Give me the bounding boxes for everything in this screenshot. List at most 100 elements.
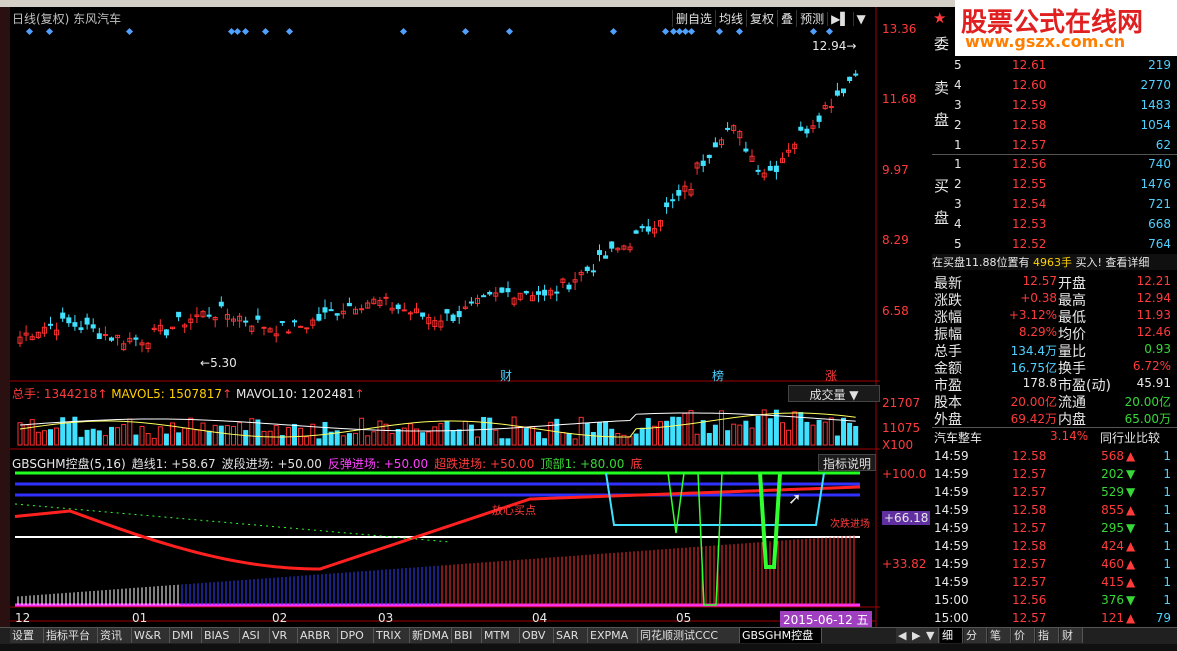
asks-row[interactable]: 1 12.57 62 (932, 137, 1177, 155)
candle-body (481, 295, 487, 298)
compare-button[interactable]: 同行业比较 (1100, 429, 1160, 446)
candle-body (328, 309, 334, 312)
tab-17[interactable]: EXPMA (588, 628, 638, 643)
signal-diamond (735, 27, 744, 36)
volume-bar (627, 436, 633, 446)
tab-5[interactable]: DMI (170, 628, 202, 643)
right-tab-2[interactable]: 分 (964, 628, 987, 643)
candle-body (163, 329, 169, 336)
right-tab-5[interactable]: 指 (1036, 628, 1059, 643)
forecast-button[interactable]: 预测 (796, 10, 827, 27)
tab-18[interactable]: 同花顺测试CCC (638, 628, 740, 643)
overlay-button[interactable]: 叠 (777, 10, 796, 27)
candle-body (584, 266, 590, 271)
right-tab-4[interactable]: 价 (1012, 628, 1035, 643)
event-mark-limit[interactable]: 涨 (825, 367, 837, 384)
level: 1 (954, 138, 962, 152)
volume-bar (420, 432, 426, 446)
asks-row[interactable]: 5 12.61 219 (932, 57, 1177, 75)
right-tab-3[interactable]: 笔 (988, 628, 1011, 643)
low-marker: ←5.30 (200, 356, 237, 370)
tick-row: 14:59 12.57 295 ▼ 1 (934, 521, 1171, 535)
tab-19[interactable]: GBSGHM控盘 (740, 628, 822, 643)
event-mark-rank[interactable]: 榜 (712, 367, 724, 384)
volume-bar (590, 432, 596, 446)
candle-body (334, 313, 340, 316)
candle-body (597, 250, 602, 255)
tab-scroll-icon[interactable]: ◀ (896, 628, 911, 643)
volume-bar (285, 427, 291, 446)
volume: 721 (1148, 197, 1171, 211)
tab-scroll-icon[interactable]: ▼ (924, 628, 939, 643)
expand-icon[interactable]: ▶▌ (827, 12, 852, 26)
candle-body (804, 128, 810, 134)
volume-bar (261, 430, 267, 446)
tick-direction-icon: ▲ (1126, 449, 1136, 463)
ma-button[interactable]: 均线 (715, 10, 746, 27)
bids-row[interactable]: 4 12.53 668 (932, 216, 1177, 234)
tab-12[interactable]: 新DMA (410, 628, 452, 643)
level: 2 (954, 177, 962, 191)
indicator-help-button[interactable]: 指标说明 (818, 454, 876, 471)
tab-scroll-icon[interactable]: ▶ (910, 628, 925, 643)
signal-diamond (45, 27, 54, 36)
asks-row[interactable]: 4 12.60 2770 (932, 77, 1177, 95)
volume-bar (243, 430, 249, 446)
star-icon[interactable]: ★ (933, 9, 946, 27)
tab-14[interactable]: MTM (482, 628, 520, 643)
candle-body (420, 312, 426, 317)
candle-body (639, 226, 645, 229)
volume-bar (694, 433, 700, 446)
volume: 668 (1148, 217, 1171, 231)
tab-6[interactable]: BIAS (202, 628, 240, 643)
candle-body (542, 289, 548, 296)
candle-body (395, 304, 401, 310)
volume-bar (578, 416, 584, 446)
asks-row[interactable]: 3 12.59 1483 (932, 97, 1177, 115)
event-mark-finance[interactable]: 财 (500, 367, 512, 384)
tick-row: 14:59 12.57 415 ▲ 1 (934, 575, 1171, 589)
tab-16[interactable]: SAR (554, 628, 588, 643)
tab-8[interactable]: VR (270, 628, 298, 643)
bids-row[interactable]: 3 12.54 721 (932, 196, 1177, 214)
remove-favorite-button[interactable]: 删自选 (672, 10, 715, 27)
indicator-note-2: 次跌进场 (830, 519, 870, 530)
tick-row: 15:00 12.57 121 ▲ 79 (934, 611, 1171, 625)
tab-2[interactable]: 指标平台 (44, 628, 98, 643)
candle-body (48, 323, 53, 326)
volume-bar (212, 424, 218, 446)
right-tab-1[interactable]: 细 (940, 628, 963, 643)
volume-type-select[interactable]: 成交量 ▼ (788, 385, 880, 402)
left-side-toolbar[interactable] (0, 7, 10, 627)
mouse-cursor-icon: ➚ (788, 489, 802, 508)
asks-row[interactable]: 2 12.58 1054 (932, 117, 1177, 135)
chevron-down-icon[interactable]: ▼ (852, 12, 869, 26)
tab-7[interactable]: ASI (240, 628, 270, 643)
candle-body (603, 255, 609, 259)
tab-11[interactable]: TRIX (374, 628, 410, 643)
volume-bar (438, 423, 444, 446)
view-detail-link[interactable]: 查看详细 (1105, 256, 1149, 269)
adjust-button[interactable]: 复权 (746, 10, 777, 27)
bids-row[interactable]: 1 12.56 740 (932, 156, 1177, 174)
signal-diamond (261, 27, 270, 36)
tab-3[interactable]: 资讯 (98, 628, 132, 643)
indicator-legend-item: 超跌进场: +50.00 (434, 457, 535, 471)
tab-1[interactable]: 设置 (10, 628, 44, 643)
volume-bar (218, 425, 224, 446)
right-tab-6[interactable]: 财 (1060, 628, 1083, 643)
candle-body (523, 291, 529, 294)
tab-15[interactable]: OBV (520, 628, 554, 643)
bids-row[interactable]: 2 12.55 1476 (932, 176, 1177, 194)
tab-4[interactable]: W&R (132, 628, 170, 643)
candle-body (206, 314, 212, 317)
bids-row[interactable]: 5 12.52 764 (932, 236, 1177, 254)
tab-9[interactable]: ARBR (298, 628, 338, 643)
tab-13[interactable]: BBI (452, 628, 482, 643)
chart-area[interactable]: 日线(复权) 东风汽车 删自选 均线 复权叠预测 ▶▌ ▼ 13.36 11.68 9.… (10, 7, 931, 628)
volume-bar (121, 424, 127, 446)
candle-body (816, 115, 822, 122)
volume-tick: 21707 (882, 396, 921, 410)
tab-10[interactable]: DPO (338, 628, 374, 643)
ad-watermark: 股票公式在线网 www.gszx.com.cn (955, 0, 1177, 56)
